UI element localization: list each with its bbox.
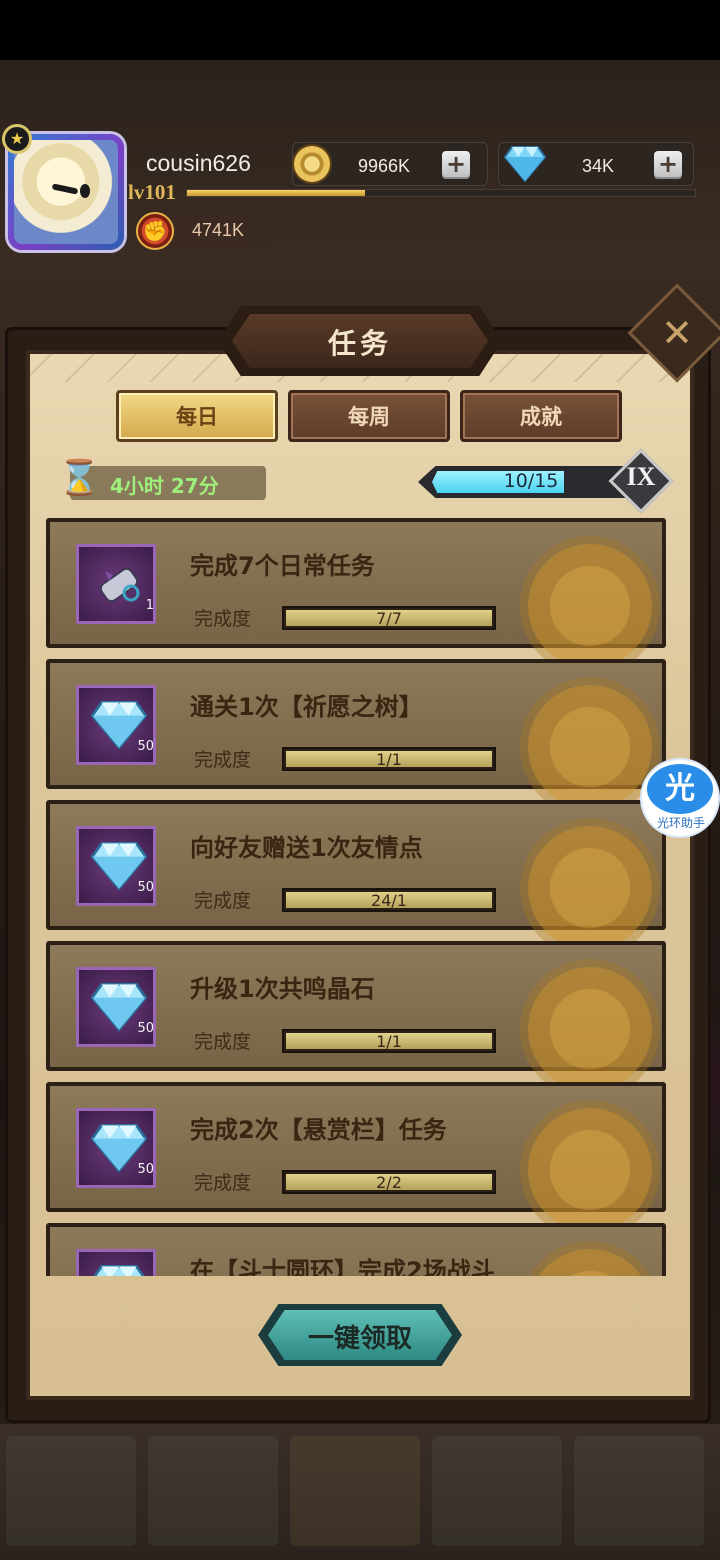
completed-seal-icon [520, 536, 660, 676]
bottom-nav [0, 1424, 720, 1560]
task-title: 在【斗士圆环】完成2场战斗 [190, 1257, 495, 1276]
nav-slot[interactable] [290, 1436, 420, 1546]
task-row[interactable]: 50 向好友赠送1次友情点 完成度 24/1 [44, 800, 666, 958]
task-title: 完成2次【悬赏栏】任务 [190, 1116, 447, 1144]
task-title: 升级1次共鸣晶石 [190, 975, 375, 1003]
reward-quantity: 50 [137, 880, 154, 895]
completed-seal-icon [520, 1100, 660, 1240]
task-title: 向好友赠送1次友情点 [190, 834, 423, 862]
task-row[interactable]: 50 完成2次【悬赏栏】任务 完成度 2/2 [44, 1082, 666, 1240]
close-icon[interactable]: ✕ [652, 308, 702, 358]
nav-slot[interactable] [432, 1436, 562, 1546]
xp-bar-fill [187, 190, 365, 196]
activity-progress-text: 10/15 [503, 470, 559, 492]
tab-weekly[interactable]: 每周 [288, 390, 450, 442]
timer-text: 4小时 27分 [110, 474, 219, 498]
task-progress-label: 完成度 [194, 608, 252, 630]
task-progress-bar: 7/7 [282, 606, 496, 630]
task-row[interactable]: 50 升级1次共鸣晶石 完成度 1/1 [44, 941, 666, 1099]
task-list[interactable]: 1 完成7个日常任务 完成度 7/7 50 通关1次【祈愿之树】 完成度 1/1… [44, 518, 666, 1276]
tab-achievements[interactable]: 成就 [460, 390, 622, 442]
avatar-portrait [14, 140, 118, 244]
task-progress-label: 完成度 [194, 890, 252, 912]
xp-bar [186, 189, 696, 197]
task-progress-bar: 2/2 [282, 1170, 496, 1194]
gold-value: 9966K [358, 156, 411, 176]
panel-title: 任务 [327, 327, 392, 360]
vip-star-icon: ★ [2, 124, 32, 154]
reward-quantity: 1 [145, 598, 154, 613]
task-progress-bar: 1/1 [282, 1029, 496, 1053]
player-level: lv101 [128, 180, 176, 204]
task-progress-bar: 1/1 [282, 747, 496, 771]
task-progress-label: 完成度 [194, 749, 252, 771]
completed-seal-icon [520, 818, 660, 958]
nav-slot[interactable] [148, 1436, 278, 1546]
task-progress-text: 1/1 [376, 750, 402, 769]
game-screen: ★ cousin626 lv101 9966K + 34K + ✊ 4741K … [0, 0, 720, 1560]
task-progress-text: 24/1 [371, 891, 407, 910]
task-progress-text: 2/2 [376, 1173, 402, 1192]
task-progress-bar: 24/1 [282, 888, 496, 912]
task-title: 完成7个日常任务 [190, 552, 375, 580]
reward-slot[interactable] [76, 1249, 156, 1276]
helper-app-label: 光环助手 [656, 816, 705, 830]
task-progress-text: 7/7 [376, 609, 402, 628]
nav-slot[interactable] [6, 1436, 136, 1546]
player-name: cousin626 [146, 150, 251, 176]
task-title: 通关1次【祈愿之树】 [190, 693, 423, 721]
add-diamond-button[interactable]: + [654, 151, 682, 179]
helper-app-icon[interactable]: 光 [647, 764, 713, 814]
diamond-icon [504, 146, 546, 183]
activity-rank-text: IX [626, 462, 656, 491]
task-progress-text: 1/1 [376, 1032, 402, 1051]
task-progress-label: 完成度 [194, 1172, 252, 1194]
reward-quantity: 50 [137, 1021, 154, 1036]
diamond-value: 34K [582, 156, 615, 176]
task-row[interactable]: 50 通关1次【祈愿之树】 完成度 1/1 [44, 659, 666, 817]
hourglass-icon: ⌛ [58, 458, 101, 498]
task-progress-label: 完成度 [194, 1031, 252, 1053]
claim-all-label[interactable]: 一键领取 [268, 1318, 452, 1355]
nav-slot[interactable] [574, 1436, 704, 1546]
completed-seal-icon [520, 677, 660, 817]
power-value: 4741K [192, 220, 245, 240]
fist-icon: ✊ [136, 212, 174, 250]
task-row[interactable]: 1 完成7个日常任务 完成度 7/7 [44, 518, 666, 676]
gold-coin-icon [292, 144, 332, 184]
tab-daily[interactable]: 每日 [116, 390, 278, 442]
task-row[interactable]: 在【斗士圆环】完成2场战斗 [44, 1223, 666, 1276]
reward-quantity: 50 [137, 739, 154, 754]
reward-quantity: 50 [137, 1162, 154, 1177]
completed-seal-icon [520, 959, 660, 1099]
add-gold-button[interactable]: + [442, 151, 470, 179]
